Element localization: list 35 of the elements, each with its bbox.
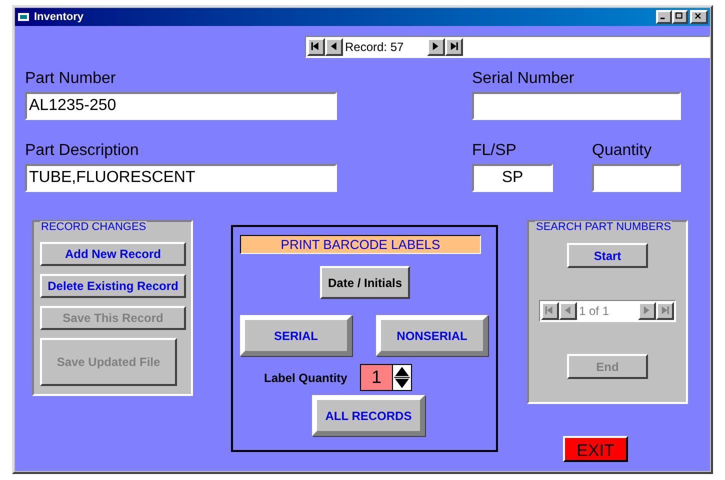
previous-record-icon[interactable] xyxy=(325,38,343,56)
exit-button[interactable]: EXIT xyxy=(563,436,628,462)
nonserial-button[interactable]: NONSERIAL xyxy=(376,315,488,356)
part-number-field[interactable]: AL1235-250 xyxy=(25,92,337,120)
field-label: FL/SP xyxy=(472,142,518,160)
label-quantity-field[interactable]: 1 xyxy=(360,364,393,391)
all-records-button[interactable]: ALL RECORDS xyxy=(312,395,425,436)
search-navigator: 1 of 1 xyxy=(578,303,610,320)
window-title: Inventory xyxy=(34,10,84,25)
fl-sp-field[interactable]: SP xyxy=(472,164,553,192)
last-record-icon[interactable] xyxy=(445,38,463,56)
print-header: PRINT BARCODE LABELS xyxy=(240,235,481,254)
record-button[interactable]: Add New Record xyxy=(40,242,186,266)
next-record-icon[interactable] xyxy=(427,38,445,56)
serial-number-field[interactable] xyxy=(472,92,681,120)
label-quantity-label: Label Quantity xyxy=(264,370,348,386)
quantity-field[interactable] xyxy=(592,164,681,192)
start-button[interactable]: Start xyxy=(567,243,648,268)
serial-button[interactable]: SERIAL xyxy=(240,315,352,356)
record-navigator: Record: 57 xyxy=(344,39,405,56)
field-label: Quantity xyxy=(592,142,653,160)
first-record-icon[interactable] xyxy=(307,38,325,56)
frame-title: RECORD CHANGES xyxy=(40,221,148,233)
record-button[interactable]: Delete Existing Record xyxy=(40,274,186,298)
close-icon[interactable] xyxy=(690,10,708,24)
spinner-icon[interactable] xyxy=(393,364,412,391)
field-label: Part Number xyxy=(25,70,117,88)
frame-title: SEARCH PART NUMBERS xyxy=(535,221,672,233)
app-icon xyxy=(17,11,31,23)
minimize-icon[interactable] xyxy=(656,10,672,24)
part-description-field[interactable]: TUBE,FLUORESCENT xyxy=(25,164,337,192)
maximize-icon[interactable] xyxy=(672,10,688,24)
date-initials-button[interactable]: Date / Initials xyxy=(320,266,410,299)
field-label: Serial Number xyxy=(472,70,576,88)
field-label: Part Description xyxy=(25,142,140,160)
